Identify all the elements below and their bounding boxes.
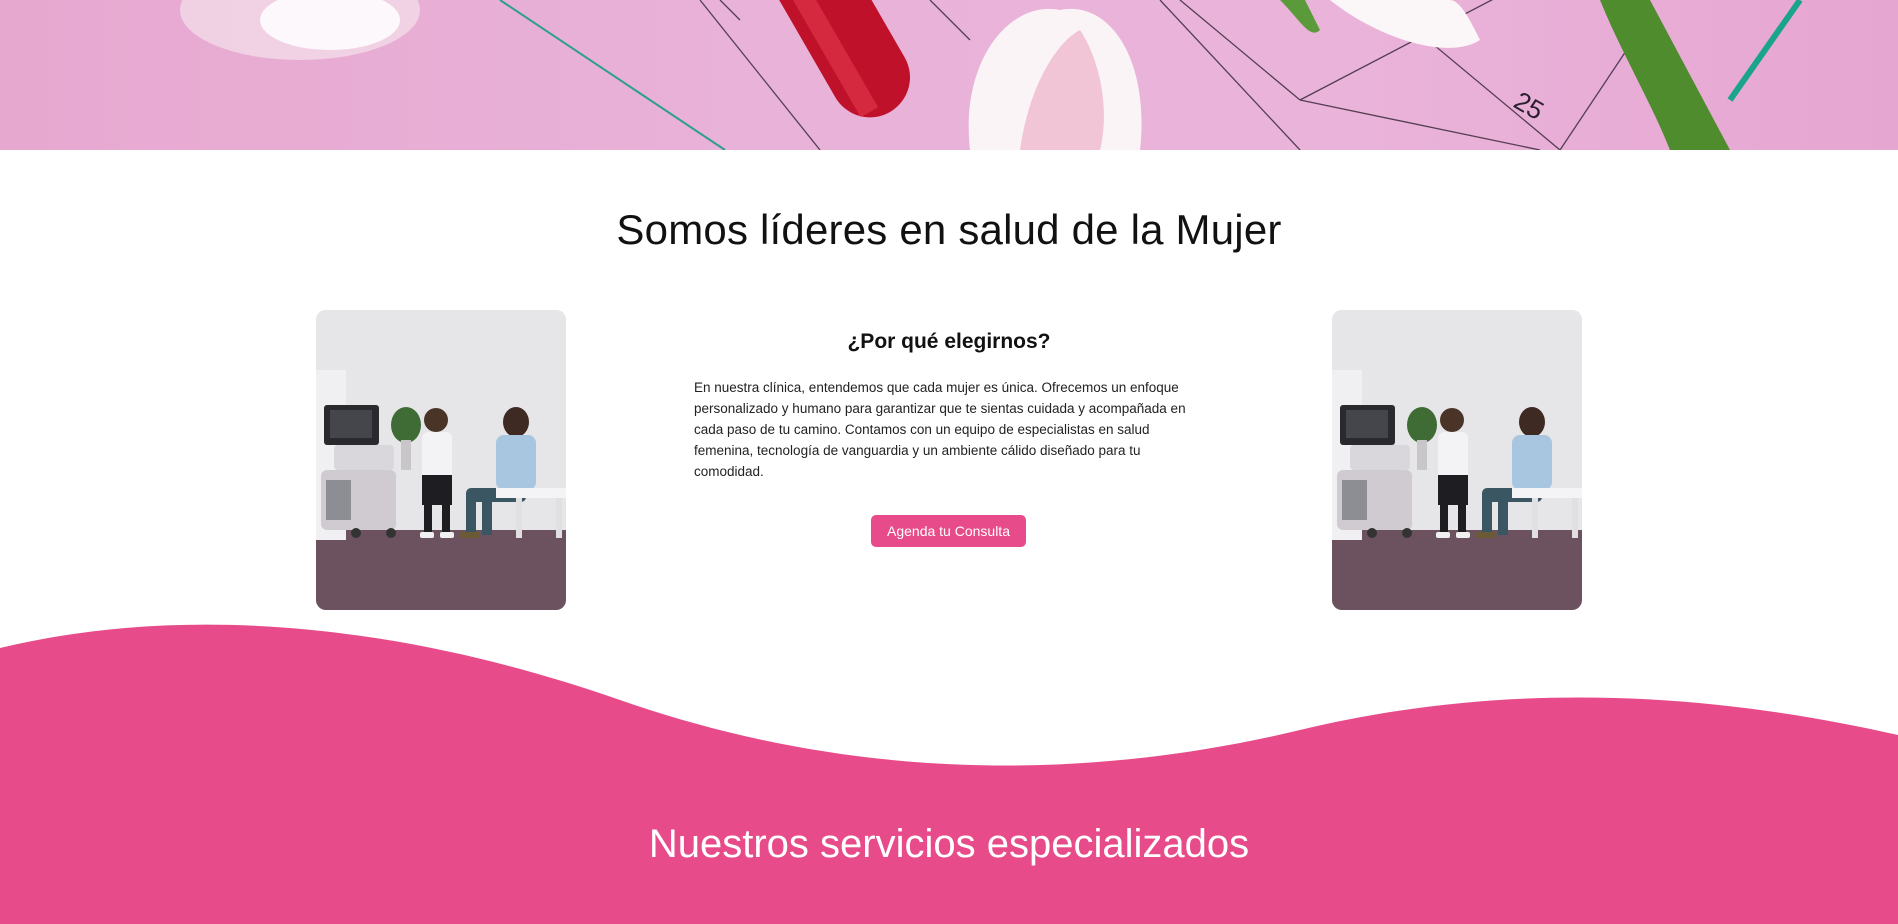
hero-banner: 25 [0,0,1898,150]
flowers-calendar-image: 25 [180,0,1803,150]
consultation-photo-left [316,310,566,610]
pink-wave-background [0,624,1898,924]
doctor-consultation-photo [1332,310,1582,610]
why-choose-us-heading: ¿Por qué elegirnos? [847,330,1051,353]
schedule-consultation-button[interactable]: Agenda tu Consulta [871,515,1026,547]
page-title: Somos líderes en salud de la Mujer [616,206,1282,253]
why-choose-us-text: En nuestra clínica, entendemos que cada … [694,380,1186,479]
doctor-consultation-photo [316,310,566,610]
consultation-photo-right [1332,310,1582,610]
calendar-number: 25 [1509,85,1549,125]
services-heading: Nuestros servicios especializados [648,822,1250,866]
